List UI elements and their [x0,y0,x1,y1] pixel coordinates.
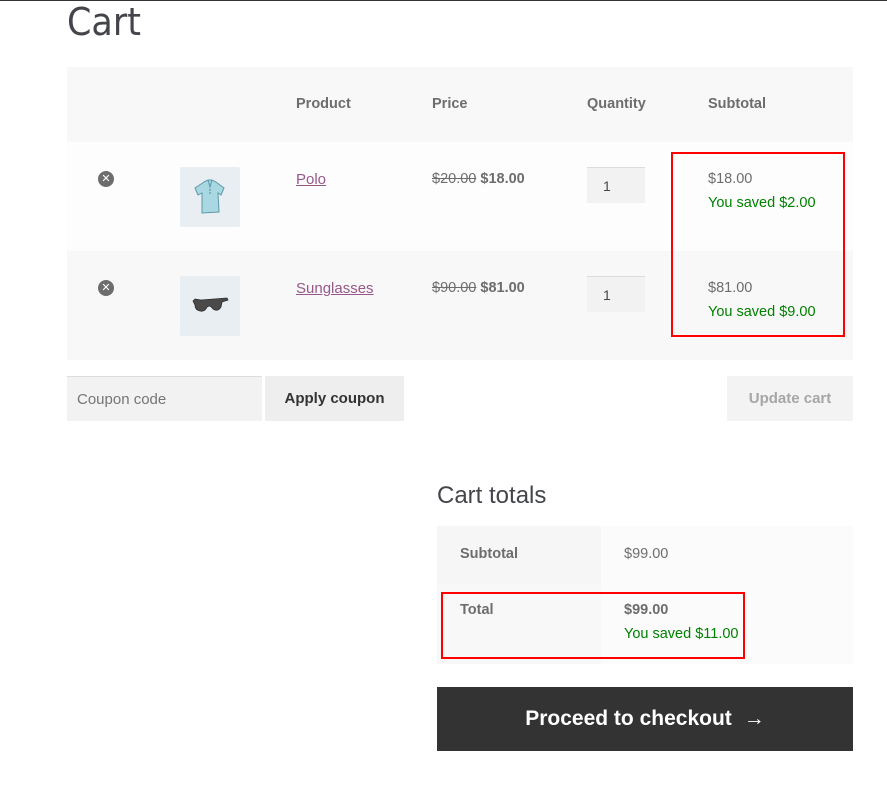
page-title: Cart [67,0,141,44]
product-link-polo[interactable]: Polo [296,171,326,188]
regular-price: $90.00 [432,280,477,296]
header-subtotal: Subtotal [708,96,766,112]
update-cart-button[interactable]: Update cart [727,376,853,421]
header-price: Price [432,96,468,112]
apply-coupon-button[interactable]: Apply coupon [265,376,404,421]
line-subtotal: $18.00 You saved $2.00 [708,171,816,211]
polo-shirt-icon [194,179,225,214]
table-header: Product Price Quantity Subtotal [67,67,853,142]
line-subtotal: $81.00 You saved $9.00 [708,280,816,320]
sale-price: $18.00 [480,171,525,187]
totals-row-subtotal: Subtotal $99.00 [437,526,853,584]
quantity-input[interactable] [587,167,645,203]
checkout-label: Proceed to checkout [525,707,732,730]
total-savings-text: You saved $11.00 [624,626,739,642]
product-thumbnail[interactable] [180,276,240,336]
subtotal-label: Subtotal [437,526,601,584]
table-row: ✕ Sunglasses $90.00 $81.00 $81.00 You sa… [67,251,853,360]
product-thumbnail[interactable] [180,167,240,227]
subtotal-amount: $81.00 [708,280,753,296]
sunglasses-icon [192,297,229,312]
subtotal-value: $99.00 [601,526,853,584]
arrow-right-icon: → [743,707,765,730]
remove-item-icon[interactable]: ✕ [98,280,114,296]
total-value: $99.00 [624,602,669,618]
proceed-to-checkout-button[interactable]: Proceed to checkout → [437,687,853,751]
header-product: Product [296,96,351,112]
remove-item-icon[interactable]: ✕ [98,171,114,187]
quantity-input[interactable] [587,276,645,312]
cart-totals-title: Cart totals [437,482,547,509]
savings-text: You saved $2.00 [708,195,816,211]
cart-table: Product Price Quantity Subtotal ✕ Polo $… [67,67,853,360]
product-link-sunglasses[interactable]: Sunglasses [296,280,374,297]
total-label: Total [437,584,601,664]
sale-price: $81.00 [480,280,525,296]
table-row: ✕ Polo $20.00 $18.00 $18.00 You saved $2… [67,142,853,251]
savings-text: You saved $9.00 [708,304,816,320]
subtotal-amount: $18.00 [708,171,753,187]
totals-row-total: Total $99.00 You saved $11.00 [437,584,853,664]
cart-totals-table: Subtotal $99.00 Total $99.00 You saved $… [437,526,853,664]
regular-price: $20.00 [432,171,477,187]
header-quantity: Quantity [587,96,646,112]
product-price: $90.00 $81.00 [432,280,525,296]
product-price: $20.00 $18.00 [432,171,525,187]
coupon-code-input[interactable] [67,376,262,421]
total-value-cell: $99.00 You saved $11.00 [601,584,853,664]
